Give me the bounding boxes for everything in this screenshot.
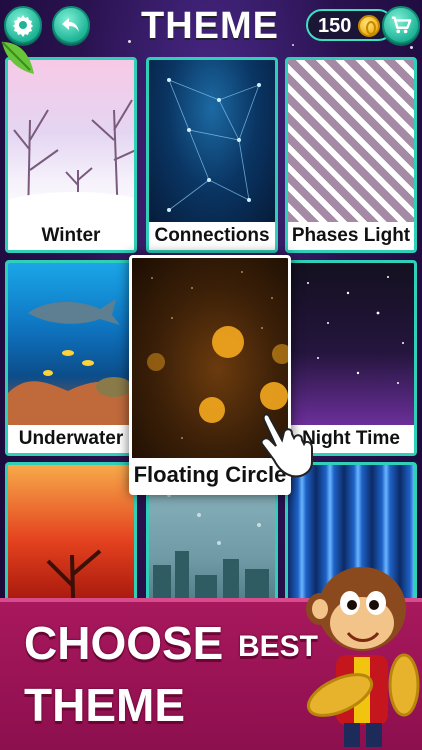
coin-icon bbox=[358, 15, 380, 37]
theme-label: Connections bbox=[149, 222, 275, 250]
coin-count: 150 bbox=[318, 15, 352, 37]
theme-card-connections[interactable]: Connections bbox=[146, 57, 278, 253]
theme-label: Phases Light bbox=[288, 222, 414, 250]
gear-icon bbox=[13, 15, 33, 37]
cart-icon bbox=[391, 16, 412, 34]
top-bar: THEME 150 bbox=[0, 0, 422, 52]
theme-card-underwater[interactable]: Underwater bbox=[5, 260, 137, 456]
theme-label: Winter bbox=[8, 222, 134, 250]
banner-word-theme: THEME bbox=[24, 679, 185, 731]
banner-word-choose: CHOOSE bbox=[24, 617, 224, 669]
theme-preview-connections bbox=[149, 60, 275, 222]
theme-preview-underwater bbox=[8, 263, 134, 425]
hand-pointer-icon bbox=[260, 413, 313, 478]
back-arrow-icon bbox=[62, 18, 79, 32]
shop-button[interactable] bbox=[382, 6, 420, 44]
theme-preview-winter bbox=[8, 60, 134, 222]
theme-card-winter[interactable]: Winter bbox=[5, 57, 137, 253]
theme-preview-phases-light bbox=[288, 60, 414, 222]
page-title: THEME bbox=[141, 5, 279, 47]
settings-button[interactable] bbox=[4, 6, 42, 44]
theme-label: Underwater bbox=[8, 425, 134, 453]
coin-balance: 150 bbox=[306, 9, 394, 41]
back-button[interactable] bbox=[52, 6, 90, 44]
monkey-mascot bbox=[306, 567, 420, 747]
theme-preview-night-time bbox=[288, 263, 414, 425]
theme-card-phases-light[interactable]: Phases Light bbox=[285, 57, 417, 253]
leaf-decoration bbox=[1, 41, 34, 74]
